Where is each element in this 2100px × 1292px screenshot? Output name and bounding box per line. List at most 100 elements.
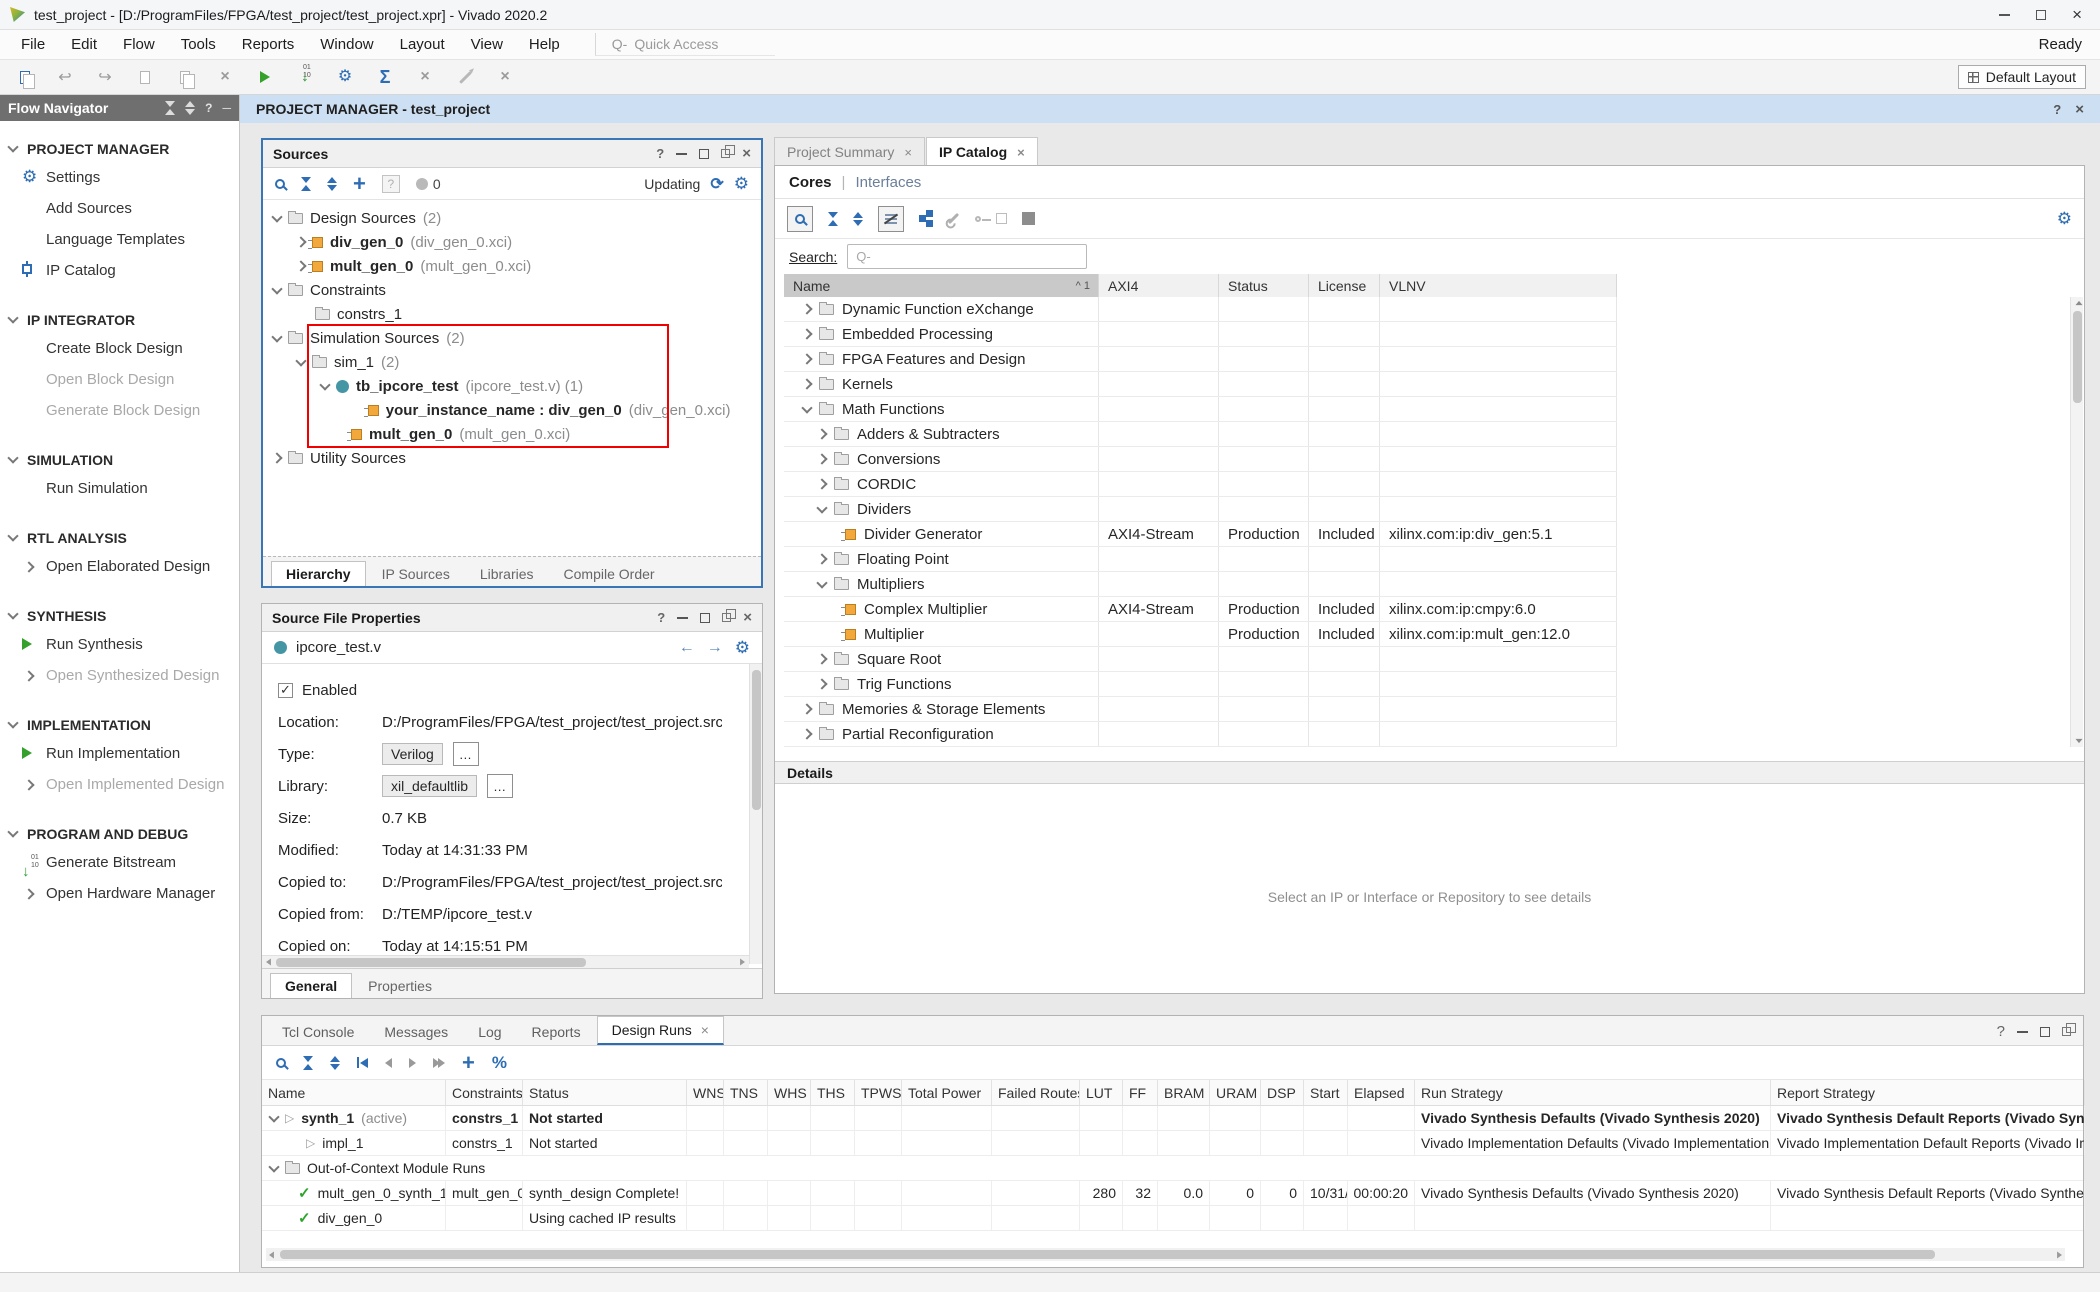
tree-item-constraints[interactable]: Constraints	[263, 278, 761, 302]
run-settings-icon[interactable]: %	[492, 1053, 507, 1073]
column-header-failed-routes[interactable]: Failed Routes	[992, 1080, 1080, 1105]
chevron-down-icon[interactable]	[319, 379, 330, 390]
tree-item-sim-1[interactable]: sim_1 (2)	[263, 350, 761, 374]
flownav-section-header-simulation[interactable]: SIMULATION	[0, 446, 239, 473]
catalog-settings-icon[interactable]: ⚙	[2057, 210, 2072, 227]
tab-design-runs[interactable]: Design Runs×	[597, 1016, 724, 1045]
chevron-down-icon[interactable]	[7, 717, 18, 728]
search-icon[interactable]	[275, 179, 285, 189]
chevron-right-icon[interactable]	[801, 303, 812, 314]
catalog-row-floating-point[interactable]: Floating Point	[784, 547, 1617, 572]
enabled-checkbox[interactable]: ✓	[278, 683, 293, 698]
column-header-axi4[interactable]: AXI4	[1099, 274, 1219, 297]
properties-float-icon[interactable]	[722, 613, 731, 622]
column-header-start[interactable]: Start	[1304, 1080, 1348, 1105]
catalog-row-memories-storage-elements[interactable]: Memories & Storage Elements	[784, 697, 1617, 722]
tree-item-utility-sources[interactable]: Utility Sources	[263, 446, 761, 470]
tree-item-your-instance-name-div-gen-0[interactable]: your_instance_name : div_gen_0 (div_gen_…	[263, 398, 761, 422]
menu-flow[interactable]: Flow	[110, 36, 168, 53]
launch-runs-icon[interactable]	[409, 1058, 416, 1068]
chevron-down-icon[interactable]	[816, 577, 827, 588]
reset-runs-icon[interactable]	[357, 1057, 368, 1068]
catalog-row-trig-functions[interactable]: Trig Functions	[784, 672, 1617, 697]
context-help-icon[interactable]: ?	[2053, 102, 2061, 117]
column-header-tns[interactable]: TNS	[724, 1080, 768, 1105]
chevron-down-icon[interactable]	[295, 355, 306, 366]
collapse-all-icon[interactable]	[301, 177, 311, 191]
properties-help-icon[interactable]: ?	[657, 610, 665, 625]
copy-icon[interactable]	[134, 66, 156, 88]
flownav-section-header-project-manager[interactable]: PROJECT MANAGER	[0, 135, 239, 162]
tab-tcl-console[interactable]: Tcl Console	[268, 1019, 368, 1045]
column-header-ths[interactable]: THS	[811, 1080, 855, 1105]
tab-interfaces[interactable]: Interfaces	[855, 174, 921, 191]
refresh-icon[interactable]: ⟳	[710, 174, 723, 194]
close-icon[interactable]: ×	[2072, 6, 2082, 23]
properties-vertical-scrollbar[interactable]	[749, 664, 762, 964]
chevron-right-icon[interactable]	[295, 236, 306, 247]
run-row-mult-gen-0-synth-1[interactable]: ✓mult_gen_0_synth_1mult_gen_0synth_desig…	[262, 1181, 2083, 1206]
sources-minimize-icon[interactable]	[676, 153, 687, 155]
group-by-icon[interactable]	[919, 215, 926, 222]
close-tab-icon[interactable]: ×	[701, 1022, 709, 1038]
chevron-right-icon[interactable]	[816, 678, 827, 689]
paste-icon[interactable]	[174, 66, 196, 88]
catalog-row-embedded-processing[interactable]: Embedded Processing	[784, 322, 1617, 347]
search-icon[interactable]	[276, 1058, 286, 1068]
catalog-row-complex-multiplier[interactable]: Complex MultiplierAXI4-StreamProductionI…	[784, 597, 1617, 622]
flownav-item-language-templates[interactable]: Language Templates	[0, 224, 239, 255]
column-header-report-strategy[interactable]: Report Strategy	[1771, 1080, 2085, 1105]
flownav-item-open-synthesized-design[interactable]: Open Synthesized Design	[0, 660, 239, 691]
catalog-row-dynamic-function-exchange[interactable]: Dynamic Function eXchange	[784, 297, 1617, 322]
settings-gear-icon[interactable]: ⚙	[334, 66, 356, 88]
flownav-item-open-block-design[interactable]: Open Block Design	[0, 364, 239, 395]
column-header-vlnv[interactable]: VLNV	[1380, 274, 1617, 297]
runs-horizontal-scrollbar[interactable]	[266, 1248, 2065, 1261]
tree-item-mult-gen-0[interactable]: mult_gen_0 (mult_gen_0.xci)	[263, 254, 761, 278]
chevron-down-icon[interactable]	[271, 211, 282, 222]
chevron-right-icon[interactable]	[816, 478, 827, 489]
chevron-down-icon[interactable]	[801, 402, 812, 413]
expand-all-icon[interactable]	[853, 212, 863, 226]
sigma-report-icon[interactable]: Σ	[374, 66, 396, 88]
column-header-lut[interactable]: LUT	[1080, 1080, 1123, 1105]
tab-project-summary[interactable]: Project Summary×	[774, 137, 925, 165]
tab-messages[interactable]: Messages	[370, 1019, 462, 1045]
catalog-search-input[interactable]: Q-	[847, 244, 1087, 269]
flownav-item-run-simulation[interactable]: Run Simulation	[0, 473, 239, 504]
column-header-run-strategy[interactable]: Run Strategy	[1415, 1080, 1771, 1105]
tree-item-mult-gen-0[interactable]: mult_gen_0 (mult_gen_0.xci)	[263, 422, 761, 446]
menu-reports[interactable]: Reports	[229, 36, 308, 53]
tree-item-constrs-1[interactable]: constrs_1	[263, 302, 761, 326]
expand-all-icon[interactable]	[327, 177, 337, 191]
tree-item-div-gen-0[interactable]: div_gen_0 (div_gen_0.xci)	[263, 230, 761, 254]
chevron-right-icon[interactable]	[801, 703, 812, 714]
chevron-right-icon[interactable]	[816, 453, 827, 464]
stop-icon[interactable]	[1022, 212, 1035, 225]
collapse-all-icon[interactable]	[828, 212, 838, 226]
abort-icon[interactable]: ×	[494, 66, 516, 88]
tab-libraries[interactable]: Libraries	[466, 562, 548, 586]
property-value-box[interactable]: Verilog	[382, 743, 443, 765]
chevron-right-icon[interactable]	[801, 378, 812, 389]
column-header-constraints[interactable]: Constraints	[446, 1080, 523, 1105]
search-icon[interactable]	[787, 206, 813, 232]
catalog-vertical-scrollbar[interactable]	[2070, 297, 2083, 747]
menu-view[interactable]: View	[458, 36, 516, 53]
tab-ip-catalog[interactable]: IP Catalog×	[926, 137, 1038, 165]
chevron-down-icon[interactable]	[816, 502, 827, 513]
runs-minimize-icon[interactable]	[2017, 1031, 2028, 1033]
run-row-impl-1[interactable]: ▷impl_1constrs_1Not startedVivado Implem…	[262, 1131, 2083, 1156]
catalog-row-partial-reconfiguration[interactable]: Partial Reconfiguration	[784, 722, 1617, 747]
tab-ip-sources[interactable]: IP Sources	[368, 562, 464, 586]
column-header-license[interactable]: License	[1309, 274, 1380, 297]
menu-layout[interactable]: Layout	[387, 36, 458, 53]
generate-bitstream-icon[interactable]: ↓0110	[294, 66, 316, 88]
chevron-right-icon[interactable]	[271, 452, 282, 463]
catalog-row-divider-generator[interactable]: Divider GeneratorAXI4-StreamProductionIn…	[784, 522, 1617, 547]
chevron-down-icon[interactable]	[268, 1161, 279, 1172]
browse-button[interactable]: …	[453, 742, 479, 766]
tree-item-design-sources[interactable]: Design Sources (2)	[263, 206, 761, 230]
cancel-icon[interactable]: ×	[414, 66, 436, 88]
fast-forward-icon[interactable]	[433, 1058, 445, 1068]
